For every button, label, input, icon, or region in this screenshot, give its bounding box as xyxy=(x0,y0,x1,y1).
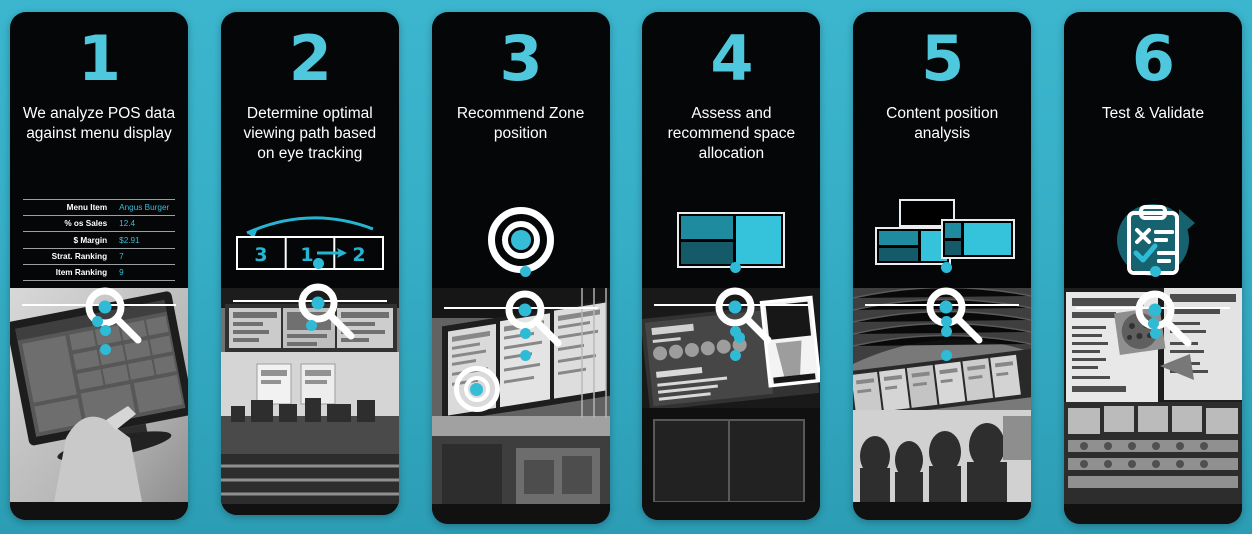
row-value: 7 xyxy=(119,251,124,261)
bullseye-ring xyxy=(501,221,540,259)
block-column-left xyxy=(945,223,962,255)
pos-data-table: Menu Item Angus Burger % os Sales 12.4 $… xyxy=(23,199,175,282)
cyan-dot xyxy=(100,325,111,336)
cyan-dot xyxy=(519,266,531,277)
step-photo-6 xyxy=(1063,288,1242,524)
row-value: Angus Burger xyxy=(119,202,170,212)
step-photo-1 xyxy=(10,288,188,520)
table-row: Strat. Ranking 7 xyxy=(23,248,175,264)
eye-path-diagram: 3 1 2 xyxy=(231,203,389,277)
block-cyan xyxy=(736,216,782,264)
block-dark-teal xyxy=(945,240,962,255)
step-card-5[interactable]: 5 Content position analysis xyxy=(853,12,1032,520)
row-value: $2.91 xyxy=(119,235,140,245)
step-photo-2 xyxy=(220,288,399,515)
step-number-6: 6 xyxy=(1131,22,1175,95)
step-title-4: Assess and recommend space allocation xyxy=(667,105,796,163)
row-label: $ Margin xyxy=(73,235,108,245)
block-column-right xyxy=(736,216,782,264)
layout-box-right xyxy=(941,219,1016,259)
magnifier-icon[interactable] xyxy=(295,280,359,344)
step-title-3: Recommend Zone position xyxy=(456,105,585,143)
block-teal xyxy=(879,231,919,245)
magnifier-icon[interactable] xyxy=(502,287,566,351)
block-teal xyxy=(945,223,962,238)
step-graphic-5 xyxy=(853,192,1031,288)
cyan-dot xyxy=(305,320,317,331)
cyan-dot xyxy=(100,344,111,355)
bullseye-center xyxy=(510,230,531,250)
block-cyan xyxy=(964,223,1012,255)
step-title-6: Test & Validate xyxy=(1101,105,1205,122)
step-card-2[interactable]: 2 Determine optimal viewing path based o… xyxy=(220,12,399,515)
block-column-left xyxy=(879,231,919,261)
eye-path-svg: 3 1 2 xyxy=(235,216,384,270)
magnifier-icon[interactable] xyxy=(923,284,987,348)
step-title-2: Determine optimal viewing path based on … xyxy=(243,105,377,163)
step-number-5: 5 xyxy=(921,22,964,95)
magnifier-icon[interactable] xyxy=(82,284,146,348)
block-column-right xyxy=(964,223,1012,255)
process-infographic: 1 We analyze POS data against menu displ… xyxy=(0,0,1252,534)
cyan-dot xyxy=(312,258,324,269)
cyan-dot xyxy=(1149,266,1161,277)
step-photo-5 xyxy=(853,288,1032,520)
magnifier-icon[interactable] xyxy=(1132,287,1196,351)
step-card-6[interactable]: 6 Test & Validate xyxy=(1063,12,1242,524)
step-number-4: 4 xyxy=(710,22,753,95)
block-teal xyxy=(681,216,734,239)
bullseye-center xyxy=(470,382,484,396)
space-allocation-blocks xyxy=(677,212,786,268)
bullseye-icon xyxy=(487,207,554,273)
step-number-2: 2 xyxy=(288,22,332,95)
step-card-4[interactable]: 4 Assess and recommend space allocation xyxy=(642,12,821,520)
step-graphic-2: 3 1 2 xyxy=(221,192,399,288)
row-value: 12.4 xyxy=(119,219,136,229)
row-label: Item Ranking xyxy=(55,268,108,278)
svg-text:3: 3 xyxy=(254,244,267,266)
block-dark-teal xyxy=(681,241,734,264)
step-number-1: 1 xyxy=(77,22,121,95)
svg-text:1: 1 xyxy=(300,244,313,266)
row-label: % os Sales xyxy=(64,219,108,229)
bullseye-ring xyxy=(463,376,490,402)
step-graphic-1: Menu Item Angus Burger % os Sales 12.4 $… xyxy=(10,192,188,288)
step-title-1: We analyze POS data against menu display xyxy=(22,105,176,143)
row-label: Menu Item xyxy=(66,202,108,212)
row-value: 9 xyxy=(119,268,124,278)
step-card-1[interactable]: 1 We analyze POS data against menu displ… xyxy=(10,12,188,520)
table-row: Item Ranking 9 xyxy=(23,264,175,281)
table-row: Menu Item Angus Burger xyxy=(23,199,175,215)
table-row: % os Sales 12.4 xyxy=(23,215,175,231)
svg-text:2: 2 xyxy=(352,244,365,266)
row-label: Strat. Ranking xyxy=(51,251,108,261)
step-card-3[interactable]: 3 Recommend Zone position xyxy=(431,12,610,524)
bullseye-marker xyxy=(453,366,500,412)
table-row: $ Margin $2.91 xyxy=(23,231,175,248)
cyan-dot xyxy=(1149,328,1161,339)
layout-box-left xyxy=(875,227,952,265)
cyan-dot xyxy=(519,328,531,339)
block-dark-teal xyxy=(879,247,919,261)
cyan-dot xyxy=(519,350,531,361)
step-number-3: 3 xyxy=(499,22,543,95)
step-title-5: Content position analysis xyxy=(886,105,999,143)
step-graphic-4 xyxy=(642,192,820,288)
block-column-left xyxy=(681,216,734,264)
